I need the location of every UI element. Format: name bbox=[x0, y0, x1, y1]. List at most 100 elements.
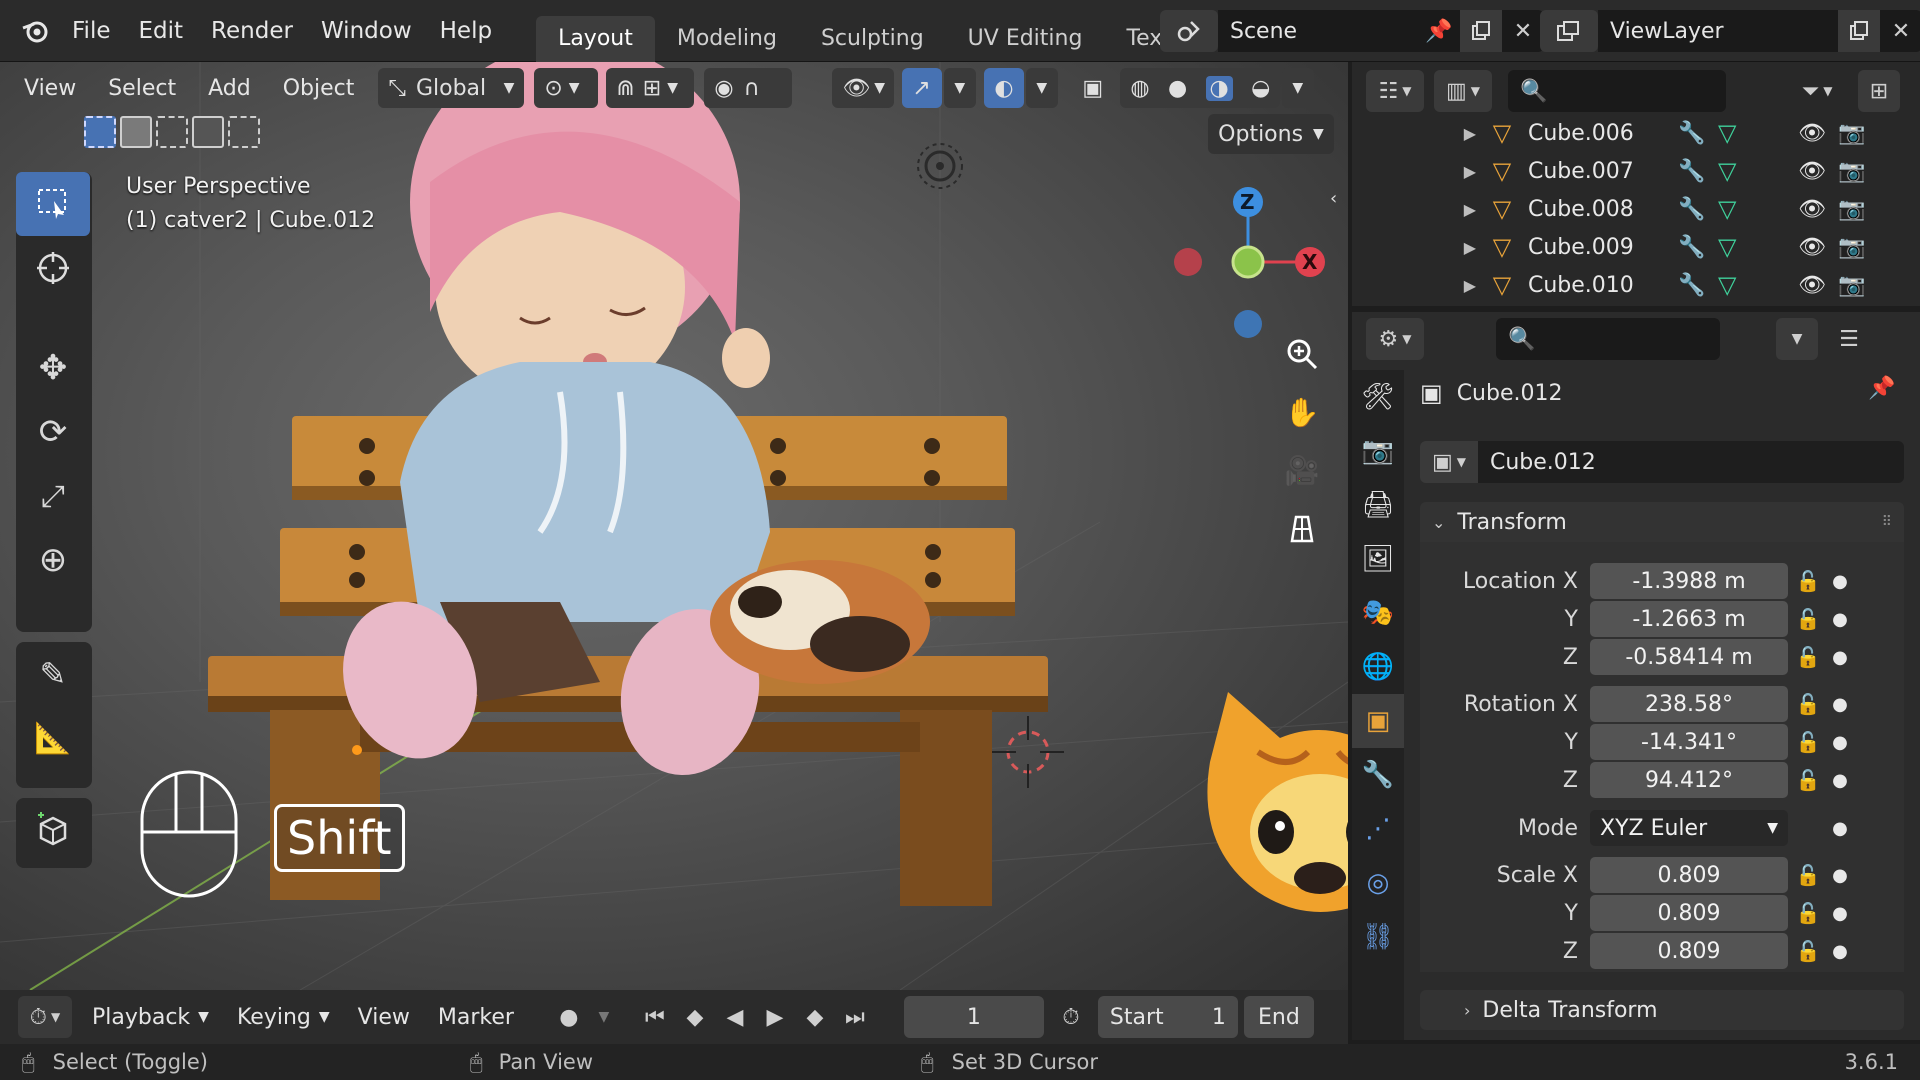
end-frame-field[interactable]: End bbox=[1243, 996, 1314, 1038]
visibility-eye-icon[interactable]: 👁 bbox=[1798, 235, 1838, 260]
lock-icon[interactable]: 🔓 bbox=[1788, 692, 1828, 716]
outliner-item-cube-006[interactable]: ▶ ▽ Cube.006 🔧 ▽ 👁 📷 bbox=[1352, 114, 1912, 152]
snap-toggle[interactable]: ⋒ ⊞ ▼ bbox=[606, 68, 695, 108]
shading-dropdown[interactable]: ▼ bbox=[1282, 68, 1315, 108]
location-z-field[interactable]: -0.58414 m bbox=[1590, 639, 1788, 675]
render-tab-icon[interactable]: 📷 bbox=[1352, 424, 1404, 478]
mesh-data-icon[interactable]: ▽ bbox=[1718, 119, 1798, 147]
keyframe-dot-icon[interactable]: ● bbox=[1828, 609, 1852, 630]
sidebar-toggle-icon[interactable]: ‹ bbox=[1330, 188, 1337, 209]
visibility-eye-icon[interactable]: 👁 bbox=[1798, 273, 1838, 298]
lock-icon[interactable]: 🔓 bbox=[1788, 901, 1828, 925]
select-intersect-icon[interactable] bbox=[228, 116, 260, 148]
outliner-search-input[interactable]: 🔍 bbox=[1508, 70, 1726, 112]
rotation-z-field[interactable]: 94.412° bbox=[1590, 762, 1788, 798]
play-icon[interactable]: ▶ bbox=[756, 996, 794, 1038]
zoom-icon[interactable] bbox=[1274, 326, 1330, 382]
rotation-y-field[interactable]: -14.341° bbox=[1590, 724, 1788, 760]
chevron-down-icon[interactable]: ▼ bbox=[590, 996, 618, 1038]
visibility-eye-icon[interactable]: 👁 bbox=[1798, 159, 1838, 184]
object-tab-icon[interactable]: ▣ bbox=[1352, 694, 1404, 748]
ortho-grid-icon[interactable] bbox=[1274, 500, 1330, 556]
expand-arrow-icon[interactable]: ▶ bbox=[1352, 162, 1476, 181]
xray-toggle[interactable]: ▣ bbox=[1072, 68, 1112, 108]
tool-tab-icon[interactable]: 🛠 bbox=[1352, 370, 1404, 424]
editor-type-outliner-icon[interactable]: ☷ ▼ bbox=[1366, 70, 1424, 112]
measure-tool[interactable]: 📐 bbox=[16, 706, 90, 770]
current-frame-field[interactable]: 1 bbox=[903, 996, 1044, 1038]
new-collection-icon[interactable]: ⊞ bbox=[1858, 70, 1900, 112]
material-preview-icon[interactable]: ◑ bbox=[1205, 75, 1233, 101]
stopwatch-icon[interactable]: ⏱ bbox=[1050, 996, 1092, 1038]
lock-icon[interactable]: 🔓 bbox=[1788, 768, 1828, 792]
filter-icon[interactable]: ⏷ ▼ bbox=[1786, 70, 1848, 112]
keyframe-dot-icon[interactable]: ● bbox=[1828, 694, 1852, 715]
tab-uv-editing[interactable]: UV Editing bbox=[946, 16, 1105, 62]
modifier-wrench-icon[interactable]: 🔧 bbox=[1678, 197, 1718, 222]
render-camera-icon[interactable]: 📷 bbox=[1838, 197, 1878, 222]
select-subtract-icon[interactable] bbox=[156, 116, 188, 148]
new-view-layer-icon[interactable] bbox=[1838, 10, 1880, 52]
modifier-wrench-icon[interactable]: 🔧 bbox=[1678, 159, 1718, 184]
wireframe-shading-icon[interactable]: ◍ bbox=[1130, 76, 1149, 101]
lock-icon[interactable]: 🔓 bbox=[1788, 863, 1828, 887]
transform-tool[interactable]: ⊕ bbox=[16, 528, 90, 592]
options-dropdown[interactable]: Options ▼ bbox=[1208, 114, 1334, 154]
particles-tab-icon[interactable]: ⋰ bbox=[1352, 802, 1404, 856]
keyframe-dot-icon[interactable]: ● bbox=[1828, 770, 1852, 791]
object-browse-icon[interactable]: ▣ ▼ bbox=[1420, 441, 1478, 483]
mesh-data-icon[interactable]: ▽ bbox=[1718, 233, 1798, 261]
timeline-keying-menu[interactable]: Keying ▼ bbox=[223, 990, 344, 1044]
render-camera-icon[interactable]: 📷 bbox=[1838, 159, 1878, 184]
annotate-tool[interactable]: ✎ bbox=[16, 642, 90, 706]
render-camera-icon[interactable]: 📷 bbox=[1838, 273, 1878, 298]
modifier-wrench-icon[interactable]: 🔧 bbox=[1678, 121, 1718, 146]
pivot-point-dropdown[interactable]: ⊙ ▼ bbox=[534, 68, 599, 108]
select-extend-icon[interactable] bbox=[120, 116, 152, 148]
cursor-tool[interactable] bbox=[16, 236, 90, 300]
menu-window[interactable]: Window bbox=[307, 0, 426, 62]
lock-icon[interactable]: 🔓 bbox=[1788, 569, 1828, 593]
rotation-mode-dropdown[interactable]: XYZ Euler ▼ bbox=[1590, 810, 1788, 846]
object-name-field[interactable]: Cube.012 bbox=[1478, 441, 1904, 483]
output-tab-icon[interactable]: 🖨 bbox=[1352, 478, 1404, 532]
expand-arrow-icon[interactable]: ▶ bbox=[1352, 276, 1476, 295]
lock-icon[interactable]: 🔓 bbox=[1788, 939, 1828, 963]
mesh-data-icon[interactable]: ▽ bbox=[1718, 157, 1798, 185]
view-layer-name-field[interactable]: ViewLayer bbox=[1598, 10, 1838, 52]
transform-orientation-dropdown[interactable]: ⤡ Global ▼ bbox=[378, 68, 525, 108]
scale-x-field[interactable]: 0.809 bbox=[1590, 857, 1788, 893]
gizmo-dropdown[interactable]: ▼ bbox=[944, 68, 977, 108]
gizmo-toggle[interactable]: ↗ bbox=[902, 68, 943, 108]
delta-transform-panel-header[interactable]: › Delta Transform bbox=[1420, 990, 1904, 1030]
viewport-menu-select[interactable]: Select bbox=[92, 68, 192, 108]
keyframe-dot-icon[interactable]: ● bbox=[1828, 732, 1852, 753]
keyframe-dot-icon[interactable]: ● bbox=[1828, 571, 1852, 592]
outliner-item-cube-009[interactable]: ▶ ▽ Cube.009 🔧 ▽ 👁 📷 bbox=[1352, 228, 1912, 266]
auto-keying-icon[interactable]: ● bbox=[548, 996, 590, 1038]
location-x-field[interactable]: -1.3988 m bbox=[1590, 563, 1788, 599]
rotation-x-field[interactable]: 238.58° bbox=[1590, 686, 1788, 722]
proportional-editing-toggle[interactable]: ◉ ∩ bbox=[704, 68, 793, 108]
transform-panel-header[interactable]: ⌄ Transform ⠿ bbox=[1420, 502, 1904, 542]
expand-arrow-icon[interactable]: ▶ bbox=[1352, 200, 1476, 219]
jump-end-icon[interactable]: ⏭ bbox=[836, 996, 874, 1038]
pin-icon[interactable]: 📌 bbox=[1418, 10, 1460, 52]
play-reverse-icon[interactable]: ◀ bbox=[716, 996, 754, 1038]
world-tab-icon[interactable]: 🌐 bbox=[1352, 640, 1404, 694]
keyframe-dot-icon[interactable]: ● bbox=[1828, 903, 1852, 924]
add-cube-tool[interactable] bbox=[16, 798, 90, 862]
scale-z-field[interactable]: 0.809 bbox=[1590, 933, 1788, 969]
timeline-playback-menu[interactable]: Playback ▼ bbox=[78, 990, 223, 1044]
constraints-tab-icon[interactable]: ⛓ bbox=[1352, 910, 1404, 964]
close-view-layer-icon[interactable]: ✕ bbox=[1880, 10, 1920, 52]
viewport-menu-view[interactable]: View bbox=[8, 68, 92, 108]
modifier-tab-icon[interactable]: 🔧 bbox=[1352, 748, 1404, 802]
properties-options-dropdown[interactable]: ▼ bbox=[1776, 318, 1818, 360]
rendered-shading-icon[interactable]: ◒ bbox=[1251, 76, 1270, 101]
view-layer-icon[interactable] bbox=[1540, 10, 1598, 52]
move-tool[interactable]: ✥ bbox=[16, 336, 90, 400]
scale-tool[interactable]: ⤢ bbox=[16, 464, 90, 528]
solid-shading-icon[interactable]: ● bbox=[1168, 76, 1187, 101]
close-scene-icon[interactable]: ✕ bbox=[1502, 10, 1544, 52]
